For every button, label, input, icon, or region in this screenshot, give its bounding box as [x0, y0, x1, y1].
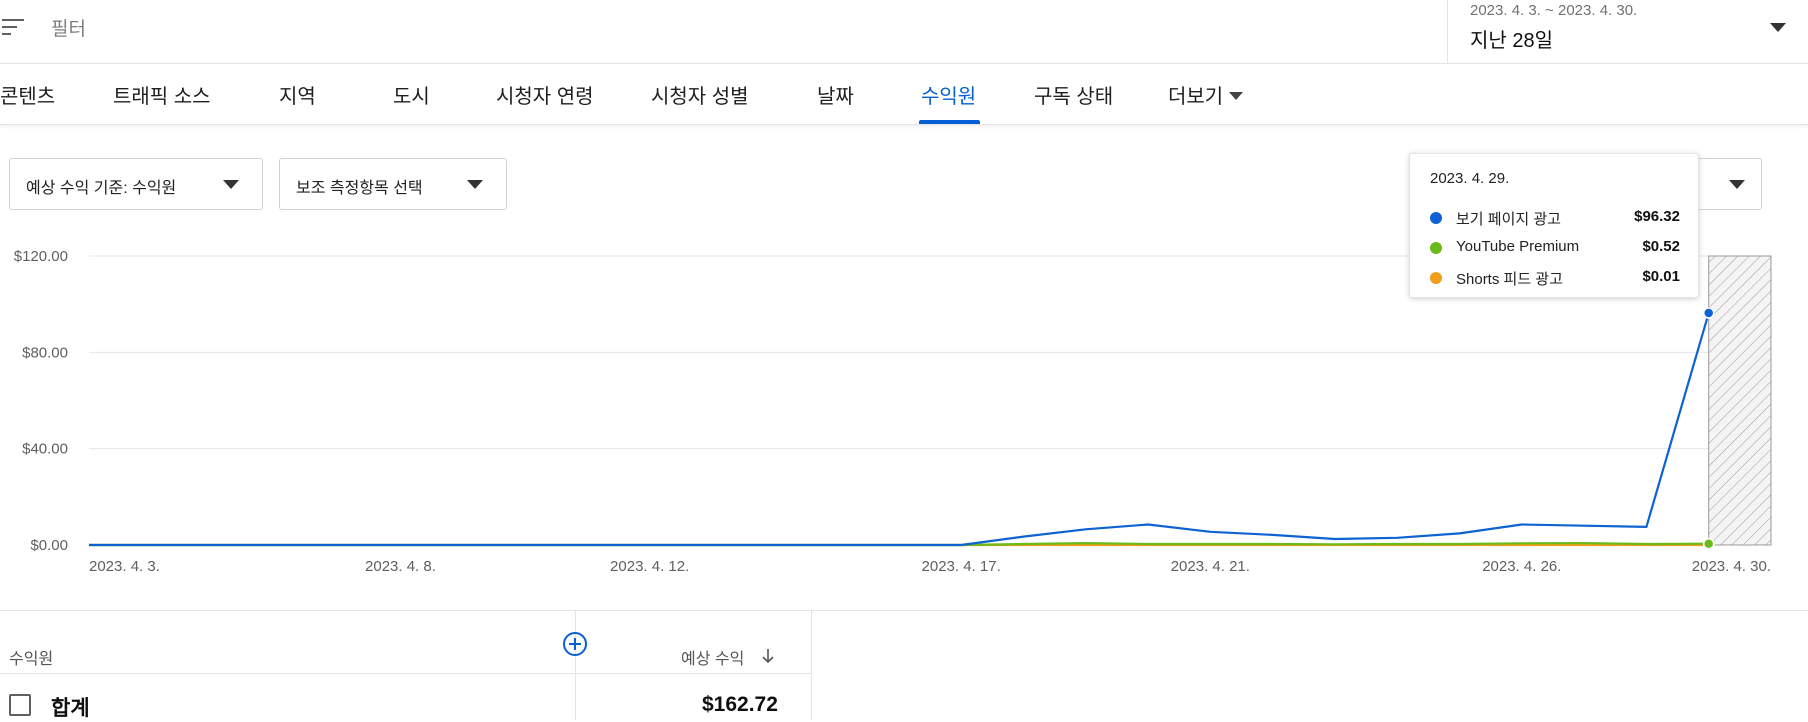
sort-arrow-down-icon[interactable] — [760, 647, 776, 665]
secondary-metric-label: 보조 측정항목 선택 — [296, 180, 423, 197]
legend-dot-icon — [1430, 242, 1442, 254]
tooltip-series-value: $0.52 — [1642, 238, 1680, 255]
tab-traffic-source[interactable]: 트래픽 소스 — [113, 80, 211, 109]
highlighted-point — [1702, 537, 1715, 550]
x-tick-label: 2023. 4. 12. — [610, 558, 689, 575]
y-tick-label: $80.00 — [22, 344, 68, 361]
date-range-text: 2023. 4. 3. ~ 2023. 4. 30. — [1470, 2, 1638, 19]
legend-dot-icon — [1430, 272, 1442, 284]
date-preset-text: 지난 28일 — [1470, 30, 1554, 52]
tab-more[interactable]: 더보기 — [1168, 80, 1244, 109]
y-tick-label: $40.00 — [22, 441, 68, 458]
highlighted-point — [1702, 307, 1715, 319]
total-row-label: 합계 — [51, 697, 90, 720]
filter-icon[interactable] — [2, 16, 26, 38]
tab-revenue-source[interactable]: 수익원 — [921, 80, 976, 109]
tooltip-series-name: 보기 페이지 광고 — [1456, 211, 1561, 228]
tab-viewer-gender[interactable]: 시청자 성별 — [651, 80, 749, 109]
column-divider — [811, 610, 812, 720]
caret-down-icon — [1229, 91, 1244, 100]
tab-city[interactable]: 도시 — [393, 80, 430, 109]
tab-content[interactable]: 콘텐츠 — [0, 80, 55, 109]
tab-viewer-age[interactable]: 시청자 연령 — [496, 80, 594, 109]
row-divider — [0, 673, 811, 674]
filter-input[interactable]: 필터 — [51, 14, 86, 41]
add-column-button[interactable] — [563, 632, 587, 656]
tab-geography[interactable]: 지역 — [279, 80, 316, 109]
chart-tooltip: 2023. 4. 29. 보기 페이지 광고 $96.32 YouTube Pr… — [1409, 153, 1699, 298]
caret-down-icon — [1729, 180, 1745, 189]
x-tick-label: 2023. 4. 17. — [922, 558, 1001, 575]
column-header-source: 수익원 — [9, 651, 54, 668]
series-line — [89, 312, 1710, 547]
tooltip-series-value: $0.01 — [1642, 268, 1680, 285]
tooltip-row: Shorts 피드 광고 $0.01 — [1430, 267, 1680, 288]
tooltip-series-value: $96.32 — [1634, 208, 1680, 225]
caret-down-icon — [1770, 23, 1786, 32]
y-tick-label: $120.00 — [14, 248, 68, 265]
metric-dropdown[interactable]: 예상 수익 기준: 수익원 — [9, 158, 263, 210]
active-tab-indicator — [919, 120, 980, 124]
date-range-picker[interactable]: 2023. 4. 3. ~ 2023. 4. 30. 지난 28일 — [1447, 0, 1808, 64]
column-header-revenue[interactable]: 예상 수익 — [681, 645, 744, 669]
secondary-metric-dropdown[interactable]: 보조 측정항목 선택 — [279, 158, 507, 210]
caret-down-icon — [467, 180, 483, 189]
tooltip-series-name: Shorts 피드 광고 — [1456, 271, 1563, 288]
tab-more-label: 더보기 — [1168, 86, 1224, 108]
dimension-tabs: 콘텐츠 트래픽 소스 지역 도시 시청자 연령 시청자 성별 날짜 수익원 구독… — [0, 64, 1808, 125]
x-tick-label: 2023. 4. 21. — [1171, 558, 1250, 575]
x-tick-label: 2023. 4. 26. — [1482, 558, 1561, 575]
tab-subscription-status[interactable]: 구독 상태 — [1034, 80, 1113, 109]
tab-date[interactable]: 날짜 — [817, 80, 854, 109]
tooltip-row: YouTube Premium $0.52 — [1430, 237, 1680, 257]
metric-dropdown-label: 예상 수익 기준: 수익원 — [26, 180, 177, 197]
incomplete-data-region — [1708, 255, 1772, 546]
filter-bar: 필터 2023. 4. 3. ~ 2023. 4. 30. 지난 28일 — [0, 0, 1808, 64]
total-row-value: $162.72 — [702, 693, 778, 716]
caret-down-icon — [223, 180, 239, 189]
tooltip-date: 2023. 4. 29. — [1430, 170, 1510, 187]
total-row-checkbox[interactable] — [9, 694, 31, 716]
tooltip-row: 보기 페이지 광고 $96.32 — [1430, 207, 1680, 228]
x-tick-label: 2023. 4. 3. — [89, 558, 160, 575]
x-tick-label: 2023. 4. 8. — [365, 558, 436, 575]
y-tick-label: $0.00 — [30, 537, 68, 554]
tooltip-series-name: YouTube Premium — [1456, 238, 1580, 255]
table-divider — [0, 610, 1808, 611]
legend-dot-icon — [1430, 212, 1442, 224]
column-divider — [575, 610, 576, 720]
x-tick-label: 2023. 4. 30. — [1692, 558, 1771, 575]
